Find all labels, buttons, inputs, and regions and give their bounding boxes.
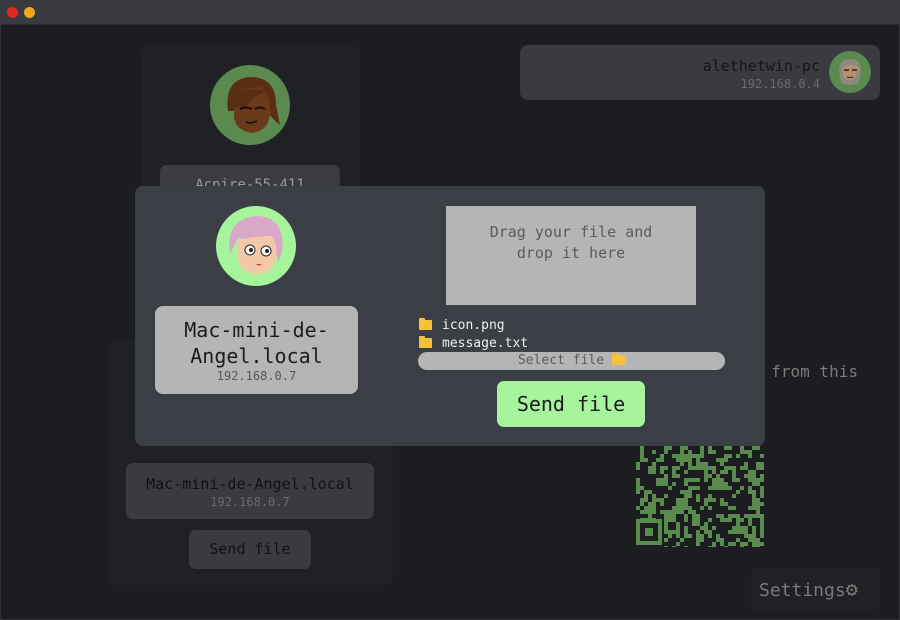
send-file-button[interactable]: Send file: [497, 381, 645, 427]
background-device-ip: 192.168.0.7: [210, 495, 290, 509]
host-avatar-icon: [839, 59, 862, 85]
minimize-window-button[interactable]: [24, 7, 35, 18]
file-dropzone[interactable]: Drag your file and drop it here: [446, 206, 696, 305]
select-file-button[interactable]: Select file: [418, 352, 725, 370]
device-card: Mac-mini-de- Angel.local 192.168.0.7: [155, 306, 358, 394]
peer-avatar-icon: [227, 77, 280, 133]
background-device-card: Mac-mini-de-Angel.local 192.168.0.7: [126, 463, 374, 519]
dropzone-text-line-1: Drag your file and: [489, 223, 653, 241]
background-hint-text: e from this: [752, 362, 858, 381]
qr-code: [636, 446, 764, 547]
settings-button[interactable]: Settings⚙: [751, 568, 880, 610]
device-name: Mac-mini-de- Angel.local: [155, 317, 358, 369]
file-list: icon.png message.txt: [419, 317, 528, 353]
device-avatar-icon: [229, 216, 283, 275]
host-card: alethetwin-pc 192.168.0.4: [520, 45, 880, 100]
file-name: icon.png: [442, 318, 505, 333]
dropzone-text-line-2: drop it here: [516, 244, 626, 262]
file-name: message.txt: [442, 336, 529, 351]
host-avatar: [829, 51, 871, 93]
peer-avatar: [210, 65, 290, 145]
title-bar: [0, 0, 900, 25]
background-send-button: Send file: [189, 530, 311, 569]
host-name: alethetwin-pc: [702, 57, 820, 75]
device-ip: 192.168.0.7: [216, 369, 297, 383]
folder-icon: [612, 353, 626, 365]
send-file-dialog: Mac-mini-de- Angel.local 192.168.0.7 Dra…: [135, 186, 765, 446]
background-device-name: Mac-mini-de-Angel.local: [146, 475, 354, 493]
host-ip: 192.168.0.4: [740, 77, 820, 91]
select-file-label: Select file: [517, 353, 605, 368]
folder-icon: [419, 318, 432, 330]
device-avatar: [216, 206, 296, 286]
folder-icon: [419, 336, 432, 348]
close-window-button[interactable]: [7, 7, 18, 18]
file-list-item[interactable]: icon.png: [419, 317, 528, 335]
device-name-line-2: Angel.local: [190, 344, 323, 368]
gear-icon: ⚙: [845, 577, 858, 601]
settings-label: Settings: [759, 580, 846, 601]
device-name-line-1: Mac-mini-de-: [184, 318, 329, 342]
file-list-item[interactable]: message.txt: [419, 335, 528, 353]
